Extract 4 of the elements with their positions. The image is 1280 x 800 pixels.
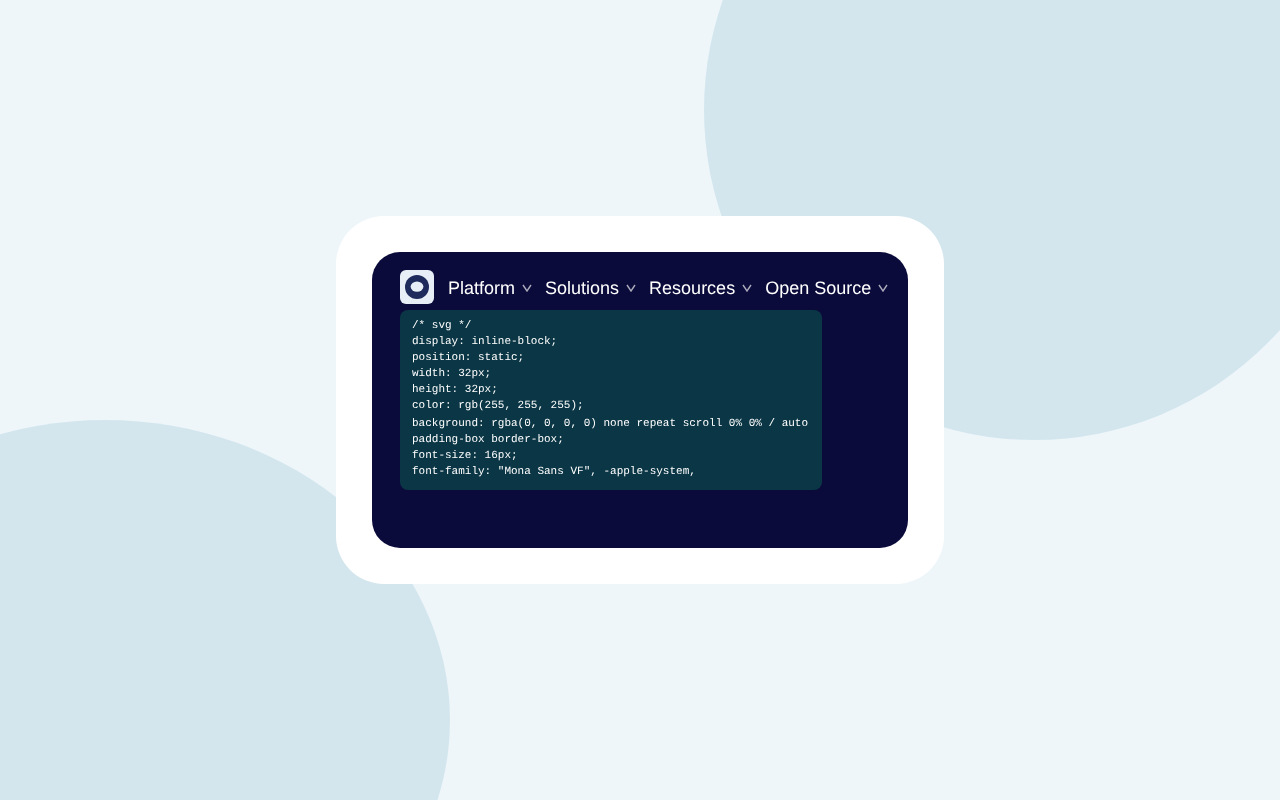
nav-menu-item[interactable]: Resources [649, 277, 752, 297]
nav-menu-item[interactable]: Open Source [765, 277, 888, 297]
nav-menu-item[interactable]: Platform [448, 277, 532, 297]
nav-menu-item[interactable]: Solutions [545, 277, 636, 297]
